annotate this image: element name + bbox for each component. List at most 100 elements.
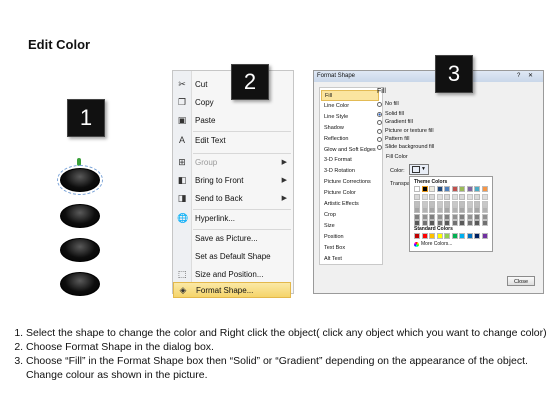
color-swatch[interactable] bbox=[451, 200, 458, 207]
color-swatch[interactable] bbox=[444, 213, 450, 220]
color-swatch[interactable] bbox=[459, 200, 465, 207]
color-swatch[interactable] bbox=[459, 220, 465, 226]
nav-item-size[interactable]: Size bbox=[321, 221, 379, 232]
oval-shape[interactable] bbox=[60, 204, 100, 228]
menu-item-save-as-picture[interactable]: Save as Picture... bbox=[173, 230, 291, 246]
menu-item-bring-to-front[interactable]: ◧ Bring to Front ▶ bbox=[173, 172, 291, 188]
menu-item-size-and-position[interactable]: ⬚ Size and Position... bbox=[173, 266, 291, 282]
color-swatch[interactable] bbox=[444, 200, 450, 207]
menu-item-format-shape[interactable]: ◈ Format Shape... bbox=[173, 282, 291, 298]
rotation-handle[interactable] bbox=[77, 158, 81, 166]
color-swatch[interactable] bbox=[451, 186, 458, 192]
nav-item-3-d-rotation[interactable]: 3-D Rotation bbox=[321, 166, 379, 177]
nav-item-alt-text[interactable]: Alt Text bbox=[321, 254, 379, 265]
fill-option-gradient-fill[interactable]: Gradient fill bbox=[377, 119, 413, 125]
color-swatch[interactable] bbox=[459, 194, 465, 200]
menu-item-send-to-back[interactable]: ◨ Send to Back ▶ bbox=[173, 190, 291, 206]
color-swatch[interactable] bbox=[444, 186, 450, 192]
color-swatch[interactable] bbox=[481, 200, 488, 207]
color-swatch[interactable] bbox=[451, 213, 458, 220]
oval-shape[interactable] bbox=[60, 272, 100, 296]
color-swatch[interactable] bbox=[466, 213, 473, 220]
radio-button[interactable] bbox=[377, 111, 382, 117]
radio-button[interactable] bbox=[377, 136, 382, 142]
color-swatch[interactable] bbox=[474, 213, 480, 220]
color-swatch[interactable] bbox=[414, 220, 420, 226]
color-swatch[interactable] bbox=[474, 220, 480, 226]
fill-option-picture-or-texture-fill[interactable]: Picture or texture fill bbox=[377, 128, 434, 134]
color-swatch[interactable] bbox=[474, 200, 480, 207]
color-swatch[interactable] bbox=[459, 186, 465, 192]
color-swatch[interactable] bbox=[421, 220, 428, 226]
nav-item-glow-and-soft-edges[interactable]: Glow and Soft Edges bbox=[321, 145, 379, 156]
color-swatch[interactable] bbox=[429, 186, 435, 192]
color-swatch[interactable] bbox=[421, 233, 428, 239]
color-swatch[interactable] bbox=[429, 233, 435, 239]
menu-item-hyperlink[interactable]: 🌐 Hyperlink... bbox=[173, 210, 291, 226]
color-swatch[interactable] bbox=[436, 207, 443, 213]
oval-shape[interactable] bbox=[60, 238, 100, 262]
color-swatch[interactable] bbox=[436, 220, 443, 226]
nav-item-picture-color[interactable]: Picture Color bbox=[321, 188, 379, 199]
menu-item-set-as-default-shape[interactable]: Set as Default Shape bbox=[173, 248, 291, 264]
color-swatch[interactable] bbox=[474, 207, 480, 213]
selected-oval-shape[interactable] bbox=[57, 165, 103, 195]
close-button[interactable]: Close bbox=[507, 276, 535, 286]
nav-item-line-color[interactable]: Line Color bbox=[321, 101, 379, 112]
color-swatch[interactable] bbox=[421, 207, 428, 213]
fill-option-pattern-fill[interactable]: Pattern fill bbox=[377, 136, 409, 142]
color-swatch[interactable] bbox=[429, 220, 435, 226]
color-swatch[interactable] bbox=[444, 207, 450, 213]
color-swatch[interactable] bbox=[414, 194, 420, 200]
color-swatch[interactable] bbox=[421, 213, 428, 220]
nav-item-picture-corrections[interactable]: Picture Corrections bbox=[321, 177, 379, 188]
color-swatch[interactable] bbox=[481, 194, 488, 200]
color-swatch[interactable] bbox=[414, 213, 420, 220]
color-swatch[interactable] bbox=[481, 186, 488, 192]
color-swatch[interactable] bbox=[474, 194, 480, 200]
fill-option-slide-background-fill[interactable]: Slide background fill bbox=[377, 144, 434, 150]
nav-item-shadow[interactable]: Shadow bbox=[321, 123, 379, 134]
color-swatch[interactable] bbox=[421, 194, 428, 200]
color-swatch[interactable] bbox=[429, 200, 435, 207]
color-swatch[interactable] bbox=[451, 220, 458, 226]
close-icon[interactable]: ✕ bbox=[528, 72, 533, 81]
color-swatch[interactable] bbox=[474, 186, 480, 192]
color-swatch[interactable] bbox=[466, 207, 473, 213]
color-swatch[interactable] bbox=[466, 200, 473, 207]
color-swatch[interactable] bbox=[466, 233, 473, 239]
color-swatch[interactable] bbox=[459, 233, 465, 239]
fill-option-solid-fill[interactable]: Solid fill bbox=[377, 111, 404, 117]
color-picker-button[interactable]: ▼ bbox=[409, 164, 429, 175]
color-swatch[interactable] bbox=[459, 213, 465, 220]
radio-button[interactable] bbox=[377, 128, 382, 134]
color-swatch[interactable] bbox=[436, 233, 443, 239]
color-swatch[interactable] bbox=[436, 213, 443, 220]
fill-option-no-fill[interactable]: No fill bbox=[377, 101, 399, 107]
color-swatch[interactable] bbox=[466, 186, 473, 192]
color-swatch[interactable] bbox=[421, 186, 428, 192]
color-swatch[interactable] bbox=[421, 200, 428, 207]
menu-item-edit-text[interactable]: A Edit Text bbox=[173, 132, 291, 148]
help-icon[interactable]: ? bbox=[517, 72, 520, 81]
nav-item-line-style[interactable]: Line Style bbox=[321, 112, 379, 123]
nav-item-reflection[interactable]: Reflection bbox=[321, 134, 379, 145]
color-swatch[interactable] bbox=[466, 194, 473, 200]
color-swatch[interactable] bbox=[429, 194, 435, 200]
radio-button[interactable] bbox=[377, 101, 382, 107]
color-swatch[interactable] bbox=[436, 200, 443, 207]
color-swatch[interactable] bbox=[481, 213, 488, 220]
color-swatch[interactable] bbox=[481, 233, 488, 239]
nav-item-3-d-format[interactable]: 3-D Format bbox=[321, 155, 379, 166]
color-swatch[interactable] bbox=[436, 194, 443, 200]
menu-item-group[interactable]: ⊞ Group ▶ bbox=[173, 154, 291, 170]
color-swatch[interactable] bbox=[451, 207, 458, 213]
color-swatch[interactable] bbox=[459, 207, 465, 213]
nav-item-crop[interactable]: Crop bbox=[321, 210, 379, 221]
color-swatch[interactable] bbox=[444, 220, 450, 226]
nav-item-position[interactable]: Position bbox=[321, 232, 379, 243]
more-colors-link[interactable]: More Colors... bbox=[414, 241, 452, 247]
color-swatch[interactable] bbox=[451, 194, 458, 200]
color-swatch[interactable] bbox=[429, 213, 435, 220]
nav-item-artistic-effects[interactable]: Artistic Effects bbox=[321, 199, 379, 210]
